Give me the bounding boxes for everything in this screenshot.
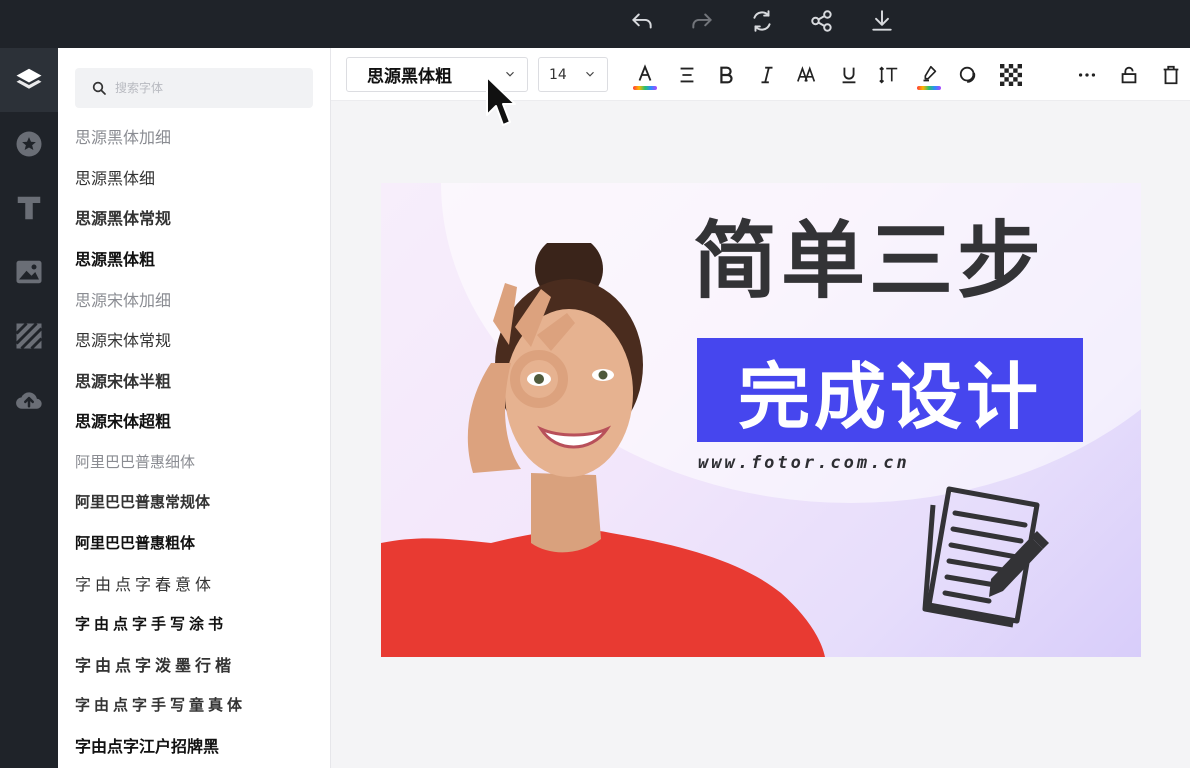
highlight-icon [923,65,937,82]
transparency-icon [1000,64,1022,86]
bold-icon [720,66,733,84]
document-pen-icon[interactable] [909,479,1057,629]
chevron-down-icon [586,71,594,77]
highlight-swatch [917,86,941,90]
text-color-button[interactable] [630,60,660,90]
font-option[interactable]: 字由点字手写童真体 [58,684,331,725]
font-size-value: 14 [549,66,567,83]
download-button[interactable] [852,6,912,36]
font-option[interactable]: 思源黑体加细 [58,116,331,157]
image-icon [16,260,42,284]
rail-item-backgrounds[interactable] [0,304,58,368]
headline-text[interactable]: 简单三步 [693,219,1045,303]
color-swatch [633,86,657,90]
rail-item-upload[interactable] [0,368,58,432]
refresh-icon [753,10,771,32]
italic-button[interactable] [752,60,782,90]
align-button[interactable] [672,60,702,90]
font-option[interactable]: 思源宋体加细 [58,278,331,319]
redo-icon [692,13,712,29]
more-icon [1078,73,1096,77]
bold-button[interactable] [711,60,741,90]
font-option[interactable]: 思源宋体超粗 [58,400,331,441]
font-option[interactable]: 字由点字春意体 [58,563,331,604]
font-option[interactable]: 思源黑体粗 [58,238,331,279]
canvas-area[interactable]: 简单三步 完成设计 www.fotor.com.cn [331,101,1190,768]
design-canvas[interactable]: 简单三步 完成设计 www.fotor.com.cn [381,183,1141,657]
letter-case-button[interactable] [792,60,822,90]
highlight-banner[interactable]: 完成设计 [697,338,1083,442]
top-bar [0,0,1190,48]
left-tool-rail [0,48,58,768]
font-option[interactable]: 阿里巴巴普惠常规体 [58,481,331,522]
highlight-button[interactable] [914,60,944,90]
upload-icon [16,392,42,409]
underline-button[interactable] [834,60,864,90]
font-list: 思源黑体加细 思源黑体细 思源黑体常规 思源黑体粗 思源宋体加细 思源宋体常规 思源宋体半粗… [58,116,331,766]
rail-item-images[interactable] [0,240,58,304]
download-icon [872,10,892,31]
font-option[interactable]: 阿里巴巴普惠细体 [58,441,331,482]
website-url[interactable]: www.fotor.com.cn [698,453,910,473]
delete-icon [1163,65,1179,85]
font-option[interactable]: 思源宋体常规 [58,319,331,360]
font-option[interactable]: 字由点字手写涂书 [58,603,331,644]
text-icon [17,196,41,220]
align-icon [680,67,694,83]
text-toolbar: 思源黑体粗 14 [331,48,1190,101]
undo-icon [632,13,652,29]
rail-item-text[interactable] [0,176,58,240]
refresh-button[interactable] [732,6,792,36]
font-option[interactable]: 阿里巴巴普惠粗体 [58,522,331,563]
pattern-icon [15,322,43,350]
font-family-select[interactable]: 思源黑体粗 [346,57,528,92]
font-option[interactable]: 思源黑体细 [58,157,331,198]
undo-button[interactable] [612,6,672,36]
letter-case-icon [797,66,816,82]
layers-icon [16,68,42,89]
rail-item-layers[interactable] [0,48,58,112]
share-button[interactable] [792,6,852,36]
font-search-input[interactable] [115,81,305,95]
shadow-button[interactable] [954,60,984,90]
line-spacing-icon [879,66,898,84]
font-size-select[interactable]: 14 [538,57,608,92]
font-search[interactable] [75,68,313,108]
line-spacing-button[interactable] [874,60,904,90]
share-icon [811,10,832,32]
chevron-down-icon [506,71,514,77]
font-option[interactable]: 思源黑体常规 [58,197,331,238]
search-icon [92,81,106,95]
font-option[interactable]: 字由点字泼墨行楷 [58,644,331,685]
delete-button[interactable] [1156,60,1186,90]
text-color-icon [638,64,652,81]
font-option[interactable]: 字由点字江户招牌黑 [58,725,331,766]
more-button[interactable] [1072,60,1102,90]
banner-text: 完成设计 [737,354,1042,439]
font-option[interactable]: 思源宋体半粗 [58,360,331,401]
lock-icon [1121,66,1137,84]
underline-icon [842,67,856,84]
font-panel: 思源黑体加细思源黑体细思源黑体常规思源黑体粗思源宋体加细思源宋体常规思源宋体半粗… [58,48,331,768]
shadow-icon [959,66,976,83]
star-icon [16,131,42,157]
history-tools [612,6,912,36]
rail-item-favorites[interactable] [0,112,58,176]
transparency-button[interactable] [996,60,1026,90]
font-family-value: 思源黑体粗 [367,67,452,87]
italic-icon [761,66,773,84]
redo-button[interactable] [672,6,732,36]
lock-button[interactable] [1114,60,1144,90]
